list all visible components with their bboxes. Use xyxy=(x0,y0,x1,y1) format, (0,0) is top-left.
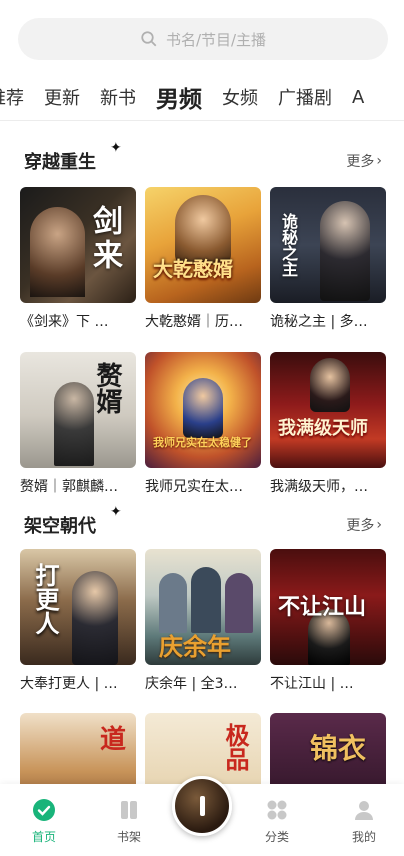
book-title: 我满级天师，… xyxy=(270,479,368,495)
character-figure xyxy=(310,358,350,412)
search-placeholder: 书名/节目/主播 xyxy=(165,30,267,49)
more-link[interactable]: 更多 › xyxy=(346,515,382,535)
book-cover[interactable]: 赘婿 xyxy=(20,352,136,468)
chevron-right-icon: › xyxy=(376,517,382,533)
cover-title: 打更人 xyxy=(31,563,60,635)
book-title: 大乾憨婿｜历… xyxy=(145,314,243,330)
book-cover[interactable]: 大乾憨婿 xyxy=(145,187,261,303)
cover-title: 剑来 xyxy=(87,205,122,273)
character-figure xyxy=(191,567,221,633)
section-title: 架空朝代 xyxy=(24,516,96,537)
nav-category[interactable]: 分类 xyxy=(247,798,307,845)
character-figure xyxy=(30,207,85,297)
tab-male[interactable]: 男频 xyxy=(146,80,212,114)
tab-more-partial[interactable]: A xyxy=(342,87,374,108)
cover-title: 庆余年 xyxy=(159,632,231,661)
section-title: 穿越重生 xyxy=(24,152,96,173)
character-figure xyxy=(183,378,223,438)
category-tabs: 推荐 更新 新书 男频 女频 广播剧 A xyxy=(0,74,404,120)
character-figure xyxy=(72,571,118,665)
book-card[interactable]: 诡秘之主 诡秘之主 | 多… xyxy=(270,187,386,331)
book-cover[interactable]: 打更人 xyxy=(20,549,136,665)
tabs-divider xyxy=(0,120,404,121)
section-header-fictional-dynasty: 架空朝代 ✦ 更多 › xyxy=(0,504,404,542)
chevron-right-icon: › xyxy=(376,153,382,169)
search-bar[interactable]: 书名/节目/主播 xyxy=(18,18,388,60)
nav-label: 书架 xyxy=(116,830,141,844)
bottom-nav: 首页 书架 分类 我的 xyxy=(0,776,404,856)
book-card[interactable]: 我师兄实在太稳健了 我师兄实在太… xyxy=(145,352,261,496)
book-card[interactable]: 剑来 《剑来》下 … xyxy=(20,187,136,331)
character-figure xyxy=(320,201,370,301)
more-link[interactable]: 更多 › xyxy=(346,151,382,171)
category-icon xyxy=(267,800,287,820)
book-title: 《剑来》下 … xyxy=(20,314,109,330)
book-title: 赘婿｜郭麒麟… xyxy=(20,479,118,495)
nav-label: 我的 xyxy=(351,830,376,844)
bookshelf-icon xyxy=(121,801,137,819)
book-cover[interactable]: 不让江山 xyxy=(270,549,386,665)
cover-title: 极品 xyxy=(221,723,250,771)
book-title: 我师兄实在太… xyxy=(145,479,243,495)
cover-title: 不让江山 xyxy=(278,594,367,620)
cover-title: 道 xyxy=(99,725,126,755)
book-card[interactable]: 庆余年 庆余年 | 全3… xyxy=(145,549,261,693)
tab-radio-drama[interactable]: 广播剧 xyxy=(268,84,342,110)
cover-title: 大乾憨婿 xyxy=(153,257,233,281)
section-header-time-travel: 穿越重生 ✦ 更多 › xyxy=(0,140,404,178)
book-cover[interactable]: 诡秘之主 xyxy=(270,187,386,303)
nav-label: 首页 xyxy=(31,830,56,844)
sparkle-icon: ✦ xyxy=(110,140,122,156)
book-card[interactable]: 打更人 大奉打更人 | … xyxy=(20,549,136,693)
home-icon xyxy=(33,799,55,821)
nav-home[interactable]: 首页 xyxy=(14,798,74,845)
profile-icon xyxy=(355,801,373,820)
cover-title: 锦衣 xyxy=(310,732,367,765)
search-icon xyxy=(141,31,157,47)
book-cover[interactable]: 庆余年 xyxy=(145,549,261,665)
sparkle-icon: ✦ xyxy=(110,504,122,520)
book-title: 大奉打更人 | … xyxy=(20,676,118,692)
tab-new-books[interactable]: 新书 xyxy=(90,84,146,110)
book-cover[interactable]: 我师兄实在太稳健了 xyxy=(145,352,261,468)
book-title: 不让江山 | … xyxy=(270,676,354,692)
book-card[interactable]: 我满级天师 我满级天师，… xyxy=(270,352,386,496)
tab-female[interactable]: 女频 xyxy=(212,84,268,110)
nav-profile[interactable]: 我的 xyxy=(334,798,394,845)
cover-title: 赘婿 xyxy=(92,362,122,414)
book-title: 庆余年 | 全3… xyxy=(145,676,238,692)
book-title: 诡秘之主 | 多… xyxy=(270,314,368,330)
cover-title: 诡秘之主 xyxy=(279,213,298,277)
cover-title: 我满级天师 xyxy=(278,418,368,439)
book-card[interactable]: 大乾憨婿 大乾憨婿｜历… xyxy=(145,187,261,331)
tab-updates[interactable]: 更新 xyxy=(34,84,90,110)
play-button[interactable] xyxy=(172,776,232,836)
nav-bookshelf[interactable]: 书架 xyxy=(99,798,159,845)
character-figure xyxy=(225,573,253,633)
book-card[interactable]: 赘婿 赘婿｜郭麒麟… xyxy=(20,352,136,496)
book-card[interactable]: 不让江山 不让江山 | … xyxy=(270,549,386,693)
pause-icon xyxy=(199,796,205,816)
character-figure xyxy=(54,382,94,466)
character-figure xyxy=(159,573,187,633)
book-cover[interactable]: 剑来 xyxy=(20,187,136,303)
cover-title: 我师兄实在太稳健了 xyxy=(153,436,252,449)
tab-recommend[interactable]: 推荐 xyxy=(0,84,34,110)
book-cover[interactable]: 我满级天师 xyxy=(270,352,386,468)
nav-label: 分类 xyxy=(264,830,289,844)
